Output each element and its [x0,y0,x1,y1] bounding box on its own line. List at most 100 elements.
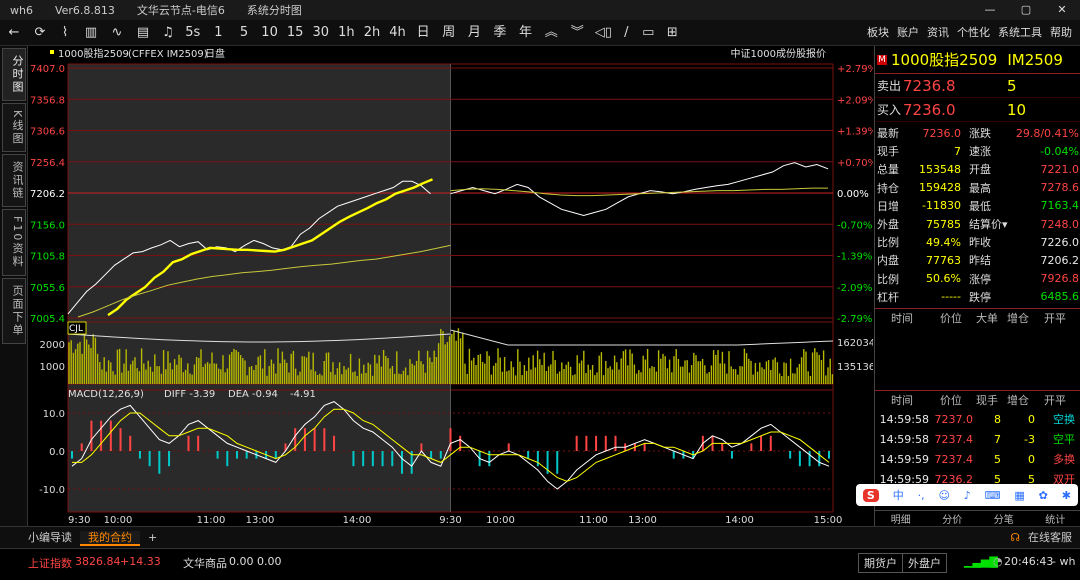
period-button-6[interactable]: 1h [334,20,360,46]
quote-value: 29.8/0.41% [1015,126,1079,140]
alert-bell-icon[interactable]: ♫ [156,20,180,46]
index-name[interactable]: 上证指数 [28,555,72,571]
period-button-5[interactable]: 30 [308,20,334,46]
trade-row[interactable]: 14:59:58 7237.4 7 -3 空平 [875,429,1080,449]
period-button-12[interactable]: 季 [487,20,513,46]
trade-time: 14:59:59 [879,452,929,466]
time-tick-label: 9:30 [439,515,461,526]
timeshare-chart-icon[interactable]: ⌇ [52,20,78,46]
window-name: 系统分时图 [246,4,302,17]
period-button-8[interactable]: 4h [385,20,411,46]
detail-tab-2[interactable]: 分笔 [994,511,1014,526]
online-service-link[interactable]: 在线客服 [1028,527,1080,549]
period-button-9[interactable]: 日 [410,20,436,46]
ime-toolbar[interactable]: S 中 ·, ☺ ♪ ⌨ ▦ ✿ ✱ [856,484,1078,506]
clock-icon: ◔ [993,555,1003,568]
quote-label: 涨跌 [969,127,991,141]
tick-header: 时间 价位 大单 增仓 开平 [875,309,1080,327]
period-button-1[interactable]: 1 [206,20,232,46]
buy-row[interactable]: 买入 7236.0 10 [875,98,1080,122]
emoji-icon[interactable]: ☺ [938,489,949,502]
menu-item-5[interactable]: 帮助 [1050,20,1072,46]
left-nav-tab-2[interactable]: 资讯链 [2,154,26,208]
timeshare-chart[interactable]: 1000股指2509 (CFFEX IM2509) 日盘 中证1000成份股报价… [28,46,877,526]
curve-chart-icon[interactable]: ∿ [104,20,130,46]
menu-item-4[interactable]: 系统工具 [998,20,1042,46]
period-button-13[interactable]: 年 [513,20,539,46]
keyboard-icon[interactable]: ⌨ [985,489,1001,502]
bottom-tab-1[interactable]: 我的合约 [80,530,140,546]
bottom-tab-0[interactable]: 小编导读 [20,531,80,544]
ime-language[interactable]: 中 [893,487,904,503]
maximize-button[interactable]: ▢ [1008,0,1044,20]
refresh-icon[interactable]: ⟳ [28,20,52,46]
period-button-3[interactable]: 10 [257,20,283,46]
down-chevron-icon[interactable]: ︾ [564,20,590,46]
trade-row[interactable]: 14:59:58 7237.0 8 0 空换 [875,409,1080,429]
period-button-4[interactable]: 15 [282,20,308,46]
skin-icon[interactable]: ✿ [1039,489,1048,502]
pct-tick-label: -2.09% [837,283,872,294]
left-nav-tab-0[interactable]: 分时图 [2,48,26,101]
quote-label: 昨结 [969,254,991,268]
chart-symbol: 1000股指2509 [58,47,129,60]
column-header: 开平 [1044,394,1066,407]
menu-item-2[interactable]: 资讯 [927,20,949,46]
trade-vol: 7 [994,432,1001,446]
quote-label: 内盘 [877,254,899,268]
tick-section: 时间 价位 大单 增仓 开平 [875,308,1080,390]
foreign-account-button[interactable]: 外盘户 [902,553,947,573]
buy-volume: 10 [1007,100,1027,119]
pct-tick-label: 0.00% [837,189,869,200]
bar-chart-icon[interactable]: ▤ [130,20,156,46]
left-nav-tab-1[interactable]: K线图 [2,103,26,153]
period-button-0[interactable]: 5s [180,20,206,46]
macd-dea: DEA -0.94 [228,389,278,400]
detail-tab-1[interactable]: 分价 [942,511,962,526]
slash-icon[interactable]: / [616,20,636,46]
back-arrow-icon[interactable]: ← [0,20,28,46]
trade-header: 时间 价位 现手 增仓 开平 [875,391,1080,409]
add-tab-button[interactable]: + [140,527,165,549]
microphone-icon[interactable]: ♪ [964,489,971,502]
headset-icon[interactable]: ☊ [1002,527,1028,549]
quote-label: 涨停 [969,272,991,286]
punctuation-icon[interactable]: ·, [918,489,925,502]
period-button-7[interactable]: 2h [359,20,385,46]
grid-icon[interactable]: ⊞ [660,20,684,46]
quote-value: 7248.0 [1040,217,1080,231]
close-button[interactable]: ✕ [1044,0,1080,20]
title-bar: wh6 Ver6.8.813 文华云节点-电信6 系统分时图 — ▢ ✕ [0,0,1080,20]
sell-row[interactable]: 卖出 7236.8 5 [875,74,1080,98]
pct-tick-label: +2.09% [837,95,873,106]
detail-tab-3[interactable]: 统计 [1045,511,1065,526]
ime-settings-icon[interactable]: ✱ [1062,489,1071,502]
menu-item-1[interactable]: 账户 [897,20,919,46]
futures-account-button[interactable]: 期货户 [858,553,903,573]
up-chevron-icon[interactable]: ︽ [538,20,564,46]
period-button-11[interactable]: 月 [462,20,488,46]
minimize-button[interactable]: — [972,0,1008,20]
trade-price: 7237.4 [934,452,974,466]
period-button-10[interactable]: 周 [436,20,462,46]
status-user: - wh [1052,555,1076,568]
left-nav-tab-4[interactable]: 页面下单 [2,277,26,344]
server-name: 文华云节点-电信6 [136,4,225,17]
quote-row: 外盘 75785 结算价▾ 7248.0 [875,215,1080,233]
goods-name[interactable]: 文华商品 [183,555,227,571]
trade-row[interactable]: 14:59:59 7237.4 5 0 多换 [875,449,1080,469]
sogou-logo-icon[interactable]: S [862,488,879,502]
menu-item-0[interactable]: 板块 [867,20,889,46]
goods-change: 0.00 [257,555,282,568]
detail-tab-0[interactable]: 明细 [891,511,911,526]
history-shade [68,64,451,512]
period-button-2[interactable]: 5 [231,20,257,46]
left-nav-tab-3[interactable]: F10资料 [2,209,26,276]
menu-item-3[interactable]: 个性化 [957,20,990,46]
quote-value: 77763 [926,253,961,267]
rect-icon[interactable]: ▭ [636,20,660,46]
kline-chart-icon[interactable]: ▥ [78,20,104,46]
split-icon[interactable]: ◁▯ [590,20,616,46]
quote-row: 最新 7236.0 涨跌 29.8/0.41% [875,124,1080,142]
grid-apps-icon[interactable]: ▦ [1014,489,1024,502]
